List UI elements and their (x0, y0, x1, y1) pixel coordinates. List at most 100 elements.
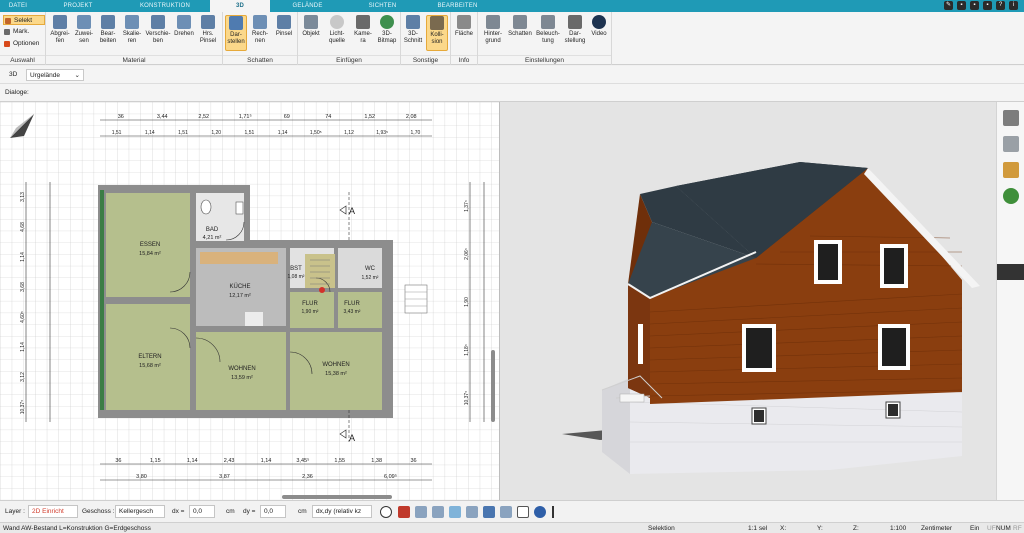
kollision-button[interactable]: Kolli- sion (426, 15, 448, 51)
hintergrund-button[interactable]: Hinter- grund (481, 15, 505, 45)
room-name-bst: BST (290, 266, 302, 272)
video-button[interactable]: Video (588, 15, 610, 38)
layer-select[interactable]: 2D Einricht (28, 505, 78, 518)
plan-horizontal-scrollbar[interactable] (282, 495, 392, 499)
dim-top1-label: 2,08 (406, 114, 417, 120)
dy-input[interactable]: 0,0 (260, 505, 286, 518)
group-einfuegen: Objekt Licht- quelle Kame- ra 3D- Bitmap… (298, 12, 401, 65)
tab-datei[interactable]: DATEI (0, 0, 36, 12)
dim-left-label: 10,37⁵ (20, 400, 26, 415)
group-material: Abgrei- fen Zuwei- sen Bear- beiten Skal… (46, 12, 223, 65)
schatten-pinsel-button[interactable]: Pinsel (273, 15, 295, 38)
element-info: Wand AW-Bestand L=Konstruktion G=Erdgesc… (3, 525, 151, 532)
line-snap-icon[interactable] (449, 506, 461, 518)
image-icon[interactable] (500, 506, 512, 518)
objekt-button[interactable]: Objekt (300, 15, 322, 38)
brush-icon (277, 15, 291, 29)
panel-toggle-handle[interactable] (997, 264, 1024, 280)
layer-label: Layer : (5, 508, 25, 515)
room-name-flur-2: FLUR (344, 301, 360, 307)
plan-vertical-scrollbar[interactable] (491, 350, 495, 422)
skalieren-button[interactable]: Skalie- ren (121, 15, 143, 45)
input-statusbar: Layer : 2D Einricht Geschoss : Kellerges… (0, 500, 1024, 522)
geschoss-label: Geschoss : (82, 508, 115, 515)
kamera-button[interactable]: Kame- ra (352, 15, 374, 45)
dim-bot2-label: 6,09⁵ (384, 473, 397, 480)
scale-icon (125, 15, 139, 29)
angle-icon[interactable] (432, 506, 444, 518)
3d-view[interactable] (500, 102, 996, 500)
north-icon[interactable] (534, 506, 546, 518)
selekt-button[interactable]: Selekt (3, 15, 45, 25)
group-label-auswahl: Auswahl (0, 55, 45, 65)
room-area-bad: 4,21 m² (203, 235, 222, 241)
dx-input[interactable]: 0,0 (189, 505, 215, 518)
lichtquelle-button[interactable]: Licht- quelle (324, 15, 350, 45)
dim-left-label: 3,12 (20, 372, 26, 382)
info-icon[interactable]: i (1009, 1, 1018, 10)
save-icon[interactable]: ▪ (957, 1, 966, 10)
coordinate-mode-select[interactable]: dx,dy (relativ kz (312, 505, 372, 518)
drehen-button[interactable]: Drehen (173, 15, 195, 38)
dim-left-label: 4,60⁵ (20, 311, 26, 323)
schatten-settings-button[interactable]: Schatten (507, 15, 533, 38)
help-icon[interactable]: ? (996, 1, 1005, 10)
background-icon (486, 15, 500, 29)
rechnen-button[interactable]: Rech- nen (249, 15, 271, 45)
zuweisen-button[interactable]: Zuwei- sen (73, 15, 95, 45)
ein-info: Ein (970, 525, 980, 532)
floor-plan-svg: 36 3,44 2,52 1,71⁵ 69 74 1,52 2,08 1,51 1,14 1,51… (0, 102, 499, 500)
flaeche-button[interactable]: Fläche (453, 15, 475, 38)
grid-snap-icon[interactable] (415, 506, 427, 518)
layer-view-icon[interactable] (483, 506, 495, 518)
dim-bot1-label: 1,15 (150, 458, 161, 464)
ribbon: Selekt Mark. Optionen Auswahl Abgrei- fe… (0, 12, 1024, 65)
3d-bitmap-button[interactable]: 3D- Bitmap (376, 15, 398, 45)
floor-plan-view[interactable]: 36 3,44 2,52 1,71⁵ 69 74 1,52 2,08 1,51 1,14 1,51… (0, 102, 500, 500)
scale-info: 1:100 (890, 525, 907, 532)
snap-icon[interactable] (398, 506, 410, 518)
print-icon[interactable]: ▪ (970, 1, 979, 10)
room-area-eltern: 15,68 m² (139, 363, 161, 369)
dim-bot1-label: 36 (410, 458, 416, 464)
dim-bot1-label: 3,45⁵ (296, 457, 309, 464)
abgreifen-button[interactable]: Abgrei- fen (49, 15, 71, 45)
dim-left-label: 3,68 (20, 282, 26, 292)
tab-gelaende[interactable]: GELÄNDE (270, 0, 345, 12)
tab-projekt[interactable]: PROJEKT (36, 0, 120, 12)
separator (552, 506, 554, 518)
verschieben-button[interactable]: Verschie- ben (145, 15, 171, 45)
terrain-select[interactable]: Urgelände ⌄ (26, 69, 84, 81)
bearbeiten-button[interactable]: Bear- beiten (97, 15, 119, 45)
pin-icon[interactable]: ✎ (944, 1, 953, 10)
layout-icon[interactable]: ▪ (983, 1, 992, 10)
dim-right-label: 2,06⁵ (464, 248, 470, 260)
dim-right-label: 10,37⁵ (464, 391, 470, 406)
dim-left-label: 3,13 (20, 192, 26, 202)
coord-z: Z: (853, 525, 859, 532)
darstellung-button[interactable]: Dar- stellung (563, 15, 587, 45)
tab-bearbeiten[interactable]: BEARBEITEN (420, 0, 495, 12)
dim-bot1-label: 2,43 (224, 458, 235, 464)
object-catalog-icon[interactable] (1003, 136, 1019, 152)
plant-icon[interactable] (1003, 188, 1019, 204)
dx-unit: cm (226, 508, 235, 515)
tab-sichten[interactable]: SICHTEN (345, 0, 420, 12)
clock-icon[interactable] (380, 506, 392, 518)
optionen-button[interactable]: Optionen (3, 39, 45, 49)
tab-konstruktion[interactable]: KONSTRUKTION (120, 0, 210, 12)
darstellen-button[interactable]: Dar- stellen (225, 15, 247, 51)
markieren-button[interactable]: Mark. (3, 27, 45, 37)
dim-top2-label: 1,93⁵ (376, 130, 388, 136)
beleuchtung-button[interactable]: Beleuch- tung (535, 15, 561, 45)
material-palette-icon[interactable] (1003, 162, 1019, 178)
ortho-icon[interactable] (466, 506, 478, 518)
layers-icon[interactable] (1003, 110, 1019, 126)
grid-icon[interactable] (517, 506, 529, 518)
lightbulb-icon (330, 15, 344, 29)
tab-3d[interactable]: 3D (210, 0, 270, 12)
hrs-pinsel-button[interactable]: Hrs. Pinsel (197, 15, 219, 45)
geschoss-select[interactable]: Kellergesch (115, 505, 165, 518)
group-schatten: Dar- stellen Rech- nen Pinsel Schatten (223, 12, 298, 65)
3d-schnitt-button[interactable]: 3D- Schnitt (402, 15, 424, 45)
